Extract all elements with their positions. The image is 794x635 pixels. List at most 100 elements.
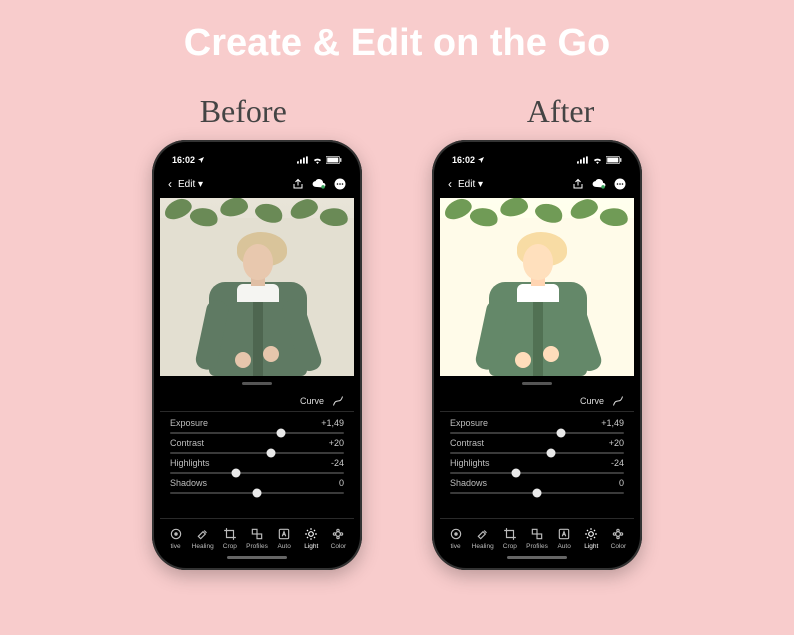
tool-label: Crop [503,543,517,550]
phone-notch [492,148,582,164]
battery-icon [606,156,622,164]
phone-screen: 16:02 ‹ Edit ▾ [440,148,634,562]
state-labels-row: Before After [0,93,794,130]
tool-label: Profiles [526,543,548,550]
slider-track[interactable] [170,432,344,434]
slider-label: Exposure [450,418,488,428]
healing-icon [476,527,490,541]
tool-healing[interactable]: Healing [190,527,215,550]
tool-label: tive [171,543,181,550]
more-icon[interactable] [334,178,346,190]
slider-contrast[interactable]: Contrast+20 [450,438,624,454]
before-label: Before [200,93,287,130]
tool-healing[interactable]: Healing [470,527,495,550]
slider-track[interactable] [170,452,344,454]
slider-label: Highlights [450,458,490,468]
share-icon[interactable] [292,178,304,190]
slider-highlights[interactable]: Highlights-24 [170,458,344,474]
slider-contrast[interactable]: Contrast+20 [170,438,344,454]
phone-after: 16:02 ‹ Edit ▾ [432,140,642,570]
tool-auto[interactable]: Auto [552,527,577,550]
cloud-sync-icon[interactable] [592,178,606,190]
slider-value: -24 [611,458,624,468]
slider-value: +1,49 [321,418,344,428]
share-icon[interactable] [572,178,584,190]
tool-profiles[interactable]: Profiles [244,527,269,550]
slider-track[interactable] [450,452,624,454]
slider-thumb[interactable] [232,469,241,478]
tool-light[interactable]: Light [299,527,324,550]
slider-exposure[interactable]: Exposure+1,49 [450,418,624,434]
nav-title[interactable]: Edit ▾ [458,179,483,190]
cloud-sync-icon[interactable] [312,178,326,190]
curve-icon[interactable] [332,395,344,407]
slider-thumb[interactable] [253,489,262,498]
tool-label: Healing [192,543,214,550]
slider-thumb[interactable] [266,449,275,458]
slider-thumb[interactable] [546,449,555,458]
tool-label: Crop [223,543,237,550]
tool-auto[interactable]: Auto [272,527,297,550]
color-icon [331,527,345,541]
slider-value: 0 [619,478,624,488]
tool-label: Auto [557,543,570,550]
slider-thumb[interactable] [277,429,286,438]
slider-track[interactable] [450,492,624,494]
tool-light[interactable]: Light [579,527,604,550]
sliders-panel: Exposure+1,49 Contrast+20 Highlights-24 … [440,412,634,518]
status-time: 16:02 [452,155,475,165]
tool-color[interactable]: Color [606,527,631,550]
slider-track[interactable] [450,432,624,434]
more-icon[interactable] [614,178,626,190]
slider-thumb[interactable] [557,429,566,438]
slider-label: Shadows [450,478,487,488]
sliders-panel: Exposure+1,49 Contrast+20 Highlights-24 … [160,412,354,518]
tool-color[interactable]: Color [326,527,351,550]
light-icon [584,527,598,541]
slider-label: Highlights [170,458,210,468]
tool-label: Color [611,543,627,550]
slider-shadows[interactable]: Shadows 0 [450,478,624,494]
tool-selective[interactable]: tive [163,527,188,550]
healing-icon [196,527,210,541]
home-indicator[interactable] [507,556,567,559]
selective-icon [169,527,183,541]
slider-track[interactable] [170,472,344,474]
tool-label: Healing [472,543,494,550]
battery-icon [326,156,342,164]
curve-row[interactable]: Curve [440,390,634,412]
location-icon [477,156,485,164]
tool-crop[interactable]: Crop [217,527,242,550]
slider-thumb[interactable] [533,489,542,498]
page-headline: Create & Edit on the Go [0,0,794,65]
auto-icon [277,527,291,541]
back-button[interactable]: ‹ [168,177,172,191]
profiles-icon [530,527,544,541]
edited-photo[interactable] [440,198,634,376]
nav-title[interactable]: Edit ▾ [178,179,203,190]
tool-label: Auto [277,543,290,550]
slider-shadows[interactable]: Shadows0 [170,478,344,494]
tool-label: Profiles [246,543,268,550]
tool-crop[interactable]: Crop [497,527,522,550]
curve-icon[interactable] [612,395,624,407]
slider-thumb[interactable] [512,469,521,478]
curve-row[interactable]: Curve [160,390,354,412]
tool-selective[interactable]: tive [443,527,468,550]
slider-exposure[interactable]: Exposure +1,49 [170,418,344,434]
edited-photo[interactable] [160,198,354,376]
tool-profiles[interactable]: Profiles [524,527,549,550]
slider-value: +20 [329,438,344,448]
home-indicator[interactable] [227,556,287,559]
crop-icon [223,527,237,541]
crop-icon [503,527,517,541]
slider-highlights[interactable]: Highlights -24 [450,458,624,474]
panel-drag-handle[interactable] [160,376,354,390]
back-button[interactable]: ‹ [448,177,452,191]
slider-label: Exposure [170,418,208,428]
slider-track[interactable] [170,492,344,494]
tool-label: Light [584,543,598,550]
panel-drag-handle[interactable] [440,376,634,390]
slider-track[interactable] [450,472,624,474]
wifi-icon [592,156,603,164]
